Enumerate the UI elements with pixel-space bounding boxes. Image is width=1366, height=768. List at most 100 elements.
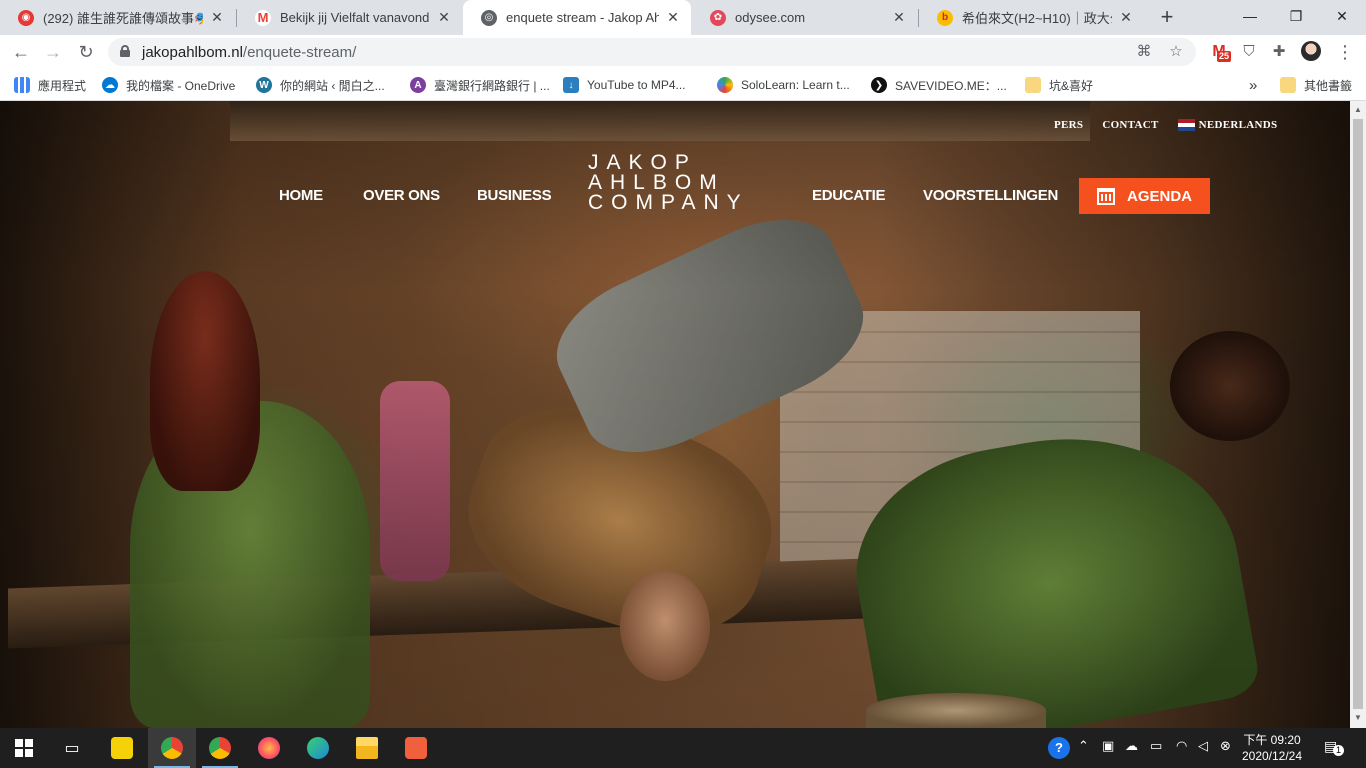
browser-toolbar: ← → ↻ jakopahlbom.nl/enquete-stream/ ⌘ ☆… — [0, 35, 1366, 69]
youtube-icon: ◉ — [18, 9, 34, 26]
scroll-down-arrow-icon[interactable]: ▼ — [1353, 713, 1363, 723]
back-arrow-icon[interactable]: ← — [9, 40, 33, 64]
file-explorer-icon[interactable] — [343, 728, 391, 768]
windows-start-icon[interactable] — [0, 728, 48, 768]
agenda-button[interactable]: AGENDA — [1079, 178, 1210, 214]
nav-home[interactable]: HOME — [279, 187, 323, 204]
extensions-puzzle-icon[interactable]: ✚ — [1268, 41, 1290, 63]
firefox-icon[interactable] — [245, 728, 293, 768]
bookmark-folder-hobbies[interactable]: 坑&喜好 — [1025, 69, 1093, 101]
translate-icon[interactable]: ⌘ — [1134, 42, 1154, 62]
menu-kebab-icon[interactable]: ⋮ — [1334, 41, 1356, 63]
bookmark-apps[interactable]: 應用程式 — [14, 69, 86, 101]
close-tab-icon[interactable]: ✕ — [665, 9, 681, 26]
bookmark-wordpress[interactable]: W 你的網站 ‹ 閒白之... — [256, 69, 385, 101]
chrome-profile-icon[interactable] — [148, 728, 196, 768]
mega-app-icon[interactable] — [392, 728, 440, 768]
lock-icon[interactable] — [120, 45, 130, 57]
agenda-label: AGENDA — [1126, 187, 1192, 205]
help-icon[interactable]: ? — [1048, 737, 1070, 759]
page-scrollbar[interactable]: ▲ ▼ — [1350, 101, 1366, 728]
edge-icon[interactable] — [294, 728, 342, 768]
maximize-button[interactable]: ❐ — [1273, 0, 1319, 32]
bookmark-savevideo[interactable]: ❯ SAVEVIDEO.ME：... — [871, 69, 1007, 101]
site-logo[interactable]: JAKOP AHLBOM COMPANY — [585, 152, 770, 243]
bookmark-label: 我的檔案 - OneDrive — [126, 78, 236, 93]
wifi-icon[interactable]: ◠ — [1176, 738, 1187, 754]
tab-youtube[interactable]: ◉ (292) 誰生誰死誰傳頌故事🎭 K ✕ — [0, 0, 235, 35]
player-app-icon[interactable] — [98, 728, 146, 768]
tab-odysee[interactable]: ✿ odysee.com ✕ — [692, 0, 917, 35]
windows-taskbar: ▭ ? ⌃ ▣ ☁ ▭ ◠ ◁ ⊗ 下午 09:20 2020/12/24 ▤ … — [0, 728, 1366, 768]
url-text[interactable]: jakopahlbom.nl/enquete-stream/ — [142, 44, 356, 61]
language-switcher[interactable]: NEDERLANDS — [1177, 119, 1278, 131]
shield-extension-icon[interactable]: ⛉ — [1238, 41, 1260, 63]
nav-business[interactable]: BUSINESS — [477, 187, 552, 204]
other-bookmarks-folder[interactable]: 其他書籤 — [1280, 69, 1352, 101]
website-viewport: PERS CONTACT NEDERLANDS HOME OVER ONS BU… — [0, 101, 1350, 728]
nav-voorstellingen[interactable]: VOORSTELLINGEN — [923, 187, 1058, 204]
notification-count: 1 — [1333, 745, 1344, 756]
folder-icon — [1025, 77, 1041, 93]
onedrive-cloud-icon: ☁ — [102, 77, 118, 93]
meet-now-icon[interactable]: ▣ — [1102, 738, 1114, 754]
bookmark-label: 其他書籤 — [1304, 78, 1353, 93]
notification-center-icon[interactable]: ▤ 1 — [1324, 738, 1344, 756]
forward-arrow-icon[interactable]: → — [41, 40, 65, 64]
bookmark-onedrive[interactable]: ☁ 我的檔案 - OneDrive — [102, 69, 235, 101]
bookmark-label: 臺灣銀行網路銀行 | ... — [434, 78, 550, 93]
volume-icon[interactable]: ◁ — [1198, 738, 1208, 754]
download-arrow-icon: ↓ — [563, 77, 579, 93]
scroll-thumb[interactable] — [1353, 119, 1363, 709]
close-tab-icon[interactable]: ✕ — [891, 9, 907, 26]
tab-title: enquete stream - Jakop Ahlb — [506, 10, 659, 25]
browser-tab-strip: ◉ (292) 誰生誰死誰傳頌故事🎭 K ✕ M Bekijk jij Viel… — [0, 0, 1366, 35]
bookmark-label: 坑&喜好 — [1049, 78, 1094, 93]
scroll-up-arrow-icon[interactable]: ▲ — [1353, 105, 1363, 115]
reload-icon[interactable]: ↻ — [74, 40, 98, 64]
close-tab-icon[interactable]: ✕ — [209, 9, 225, 26]
sololearn-icon — [717, 77, 733, 93]
top-utility-nav: PERS CONTACT NEDERLANDS — [1054, 119, 1277, 131]
bookmark-star-icon[interactable]: ☆ — [1166, 42, 1186, 62]
language-label: NEDERLANDS — [1198, 119, 1278, 131]
logo-line-2: AHLBOM — [588, 171, 725, 194]
odysee-icon: ✿ — [710, 9, 726, 26]
tab-hebrew-course[interactable]: b 希伯來文(H2~H10)｜政大公企 ✕ — [919, 0, 1144, 35]
chevron-up-icon[interactable]: ⌃ — [1078, 738, 1089, 754]
minimize-button[interactable]: — — [1227, 0, 1273, 32]
address-bar[interactable]: jakopahlbom.nl/enquete-stream/ ⌘ ☆ — [108, 38, 1196, 66]
tab-gmail[interactable]: M Bekijk jij Vielfalt vanavond (n ✕ — [237, 0, 462, 35]
nav-over-ons[interactable]: OVER ONS — [363, 187, 440, 204]
system-clock[interactable]: 下午 09:20 2020/12/24 — [1236, 732, 1308, 764]
netherlands-flag-icon — [1177, 119, 1195, 131]
tab-title: Bekijk jij Vielfalt vanavond (n — [280, 10, 430, 25]
close-window-button[interactable]: ✕ — [1319, 0, 1365, 32]
bookmark-bank-of-taiwan[interactable]: A 臺灣銀行網路銀行 | ... — [410, 69, 550, 101]
bookmarks-overflow-chevron[interactable]: » — [1249, 69, 1257, 101]
bookmark-sololearn[interactable]: SoloLearn: Learn t... — [717, 69, 850, 101]
globe-icon: ◎ — [481, 9, 497, 26]
tab-title: (292) 誰生誰死誰傳頌故事🎭 K — [43, 11, 203, 26]
tab-jakop-ahlbom[interactable]: ◎ enquete stream - Jakop Ahlb ✕ — [463, 0, 691, 35]
input-method-icon[interactable]: ⊗ — [1220, 738, 1231, 754]
nav-educatie[interactable]: EDUCATIE — [812, 187, 885, 204]
folder-icon — [1280, 77, 1296, 93]
close-tab-icon[interactable]: ✕ — [436, 9, 452, 26]
wordpress-icon: W — [256, 77, 272, 93]
task-view-icon[interactable]: ▭ — [48, 728, 96, 768]
press-link[interactable]: PERS — [1054, 119, 1083, 131]
gmail-extension-icon[interactable]: M 25 — [1208, 41, 1232, 63]
profile-avatar[interactable] — [1301, 41, 1323, 63]
new-tab-button[interactable]: + — [1155, 5, 1179, 29]
contact-link[interactable]: CONTACT — [1102, 119, 1158, 131]
bookmark-label: 應用程式 — [38, 78, 87, 93]
savevideo-icon: ❯ — [871, 77, 887, 93]
close-tab-icon[interactable]: ✕ — [1118, 9, 1134, 26]
onedrive-tray-icon[interactable]: ☁ — [1125, 738, 1138, 754]
logo-line-3: COMPANY — [588, 191, 749, 214]
chrome-icon[interactable] — [196, 728, 244, 768]
battery-icon[interactable]: ▭ — [1150, 738, 1162, 754]
bookmark-label: SoloLearn: Learn t... — [741, 78, 850, 92]
bookmark-youtube-to-mp4[interactable]: ↓ YouTube to MP4... — [563, 69, 686, 101]
